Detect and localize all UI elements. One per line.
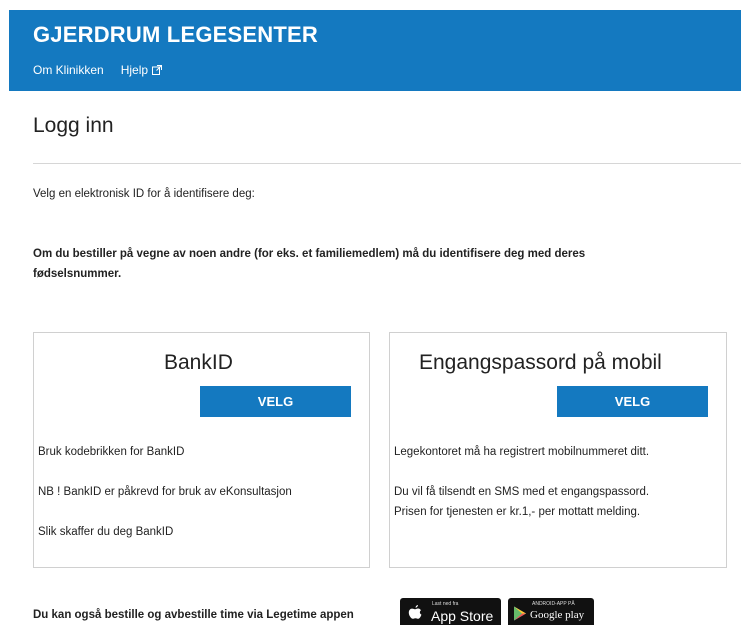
google-play-badge[interactable]: ANDROID-APP PÅ Google play — [508, 598, 594, 625]
bankid-requirement-note: NB ! BankID er påkrevd for bruk av eKons… — [38, 486, 292, 498]
card-title: Engangspassord på mobil — [419, 351, 662, 374]
bankid-info: Bruk kodebrikken for BankID — [38, 446, 185, 458]
card-title: BankID — [164, 351, 233, 374]
app-store-badge[interactable]: Last ned fra App Store — [400, 598, 501, 625]
otp-requirement: Legekontoret må ha registrert mobilnumme… — [394, 446, 650, 458]
nav-hjelp[interactable]: Hjelp — [120, 63, 163, 77]
intro-text: Velg en elektronisk ID for å identifiser… — [33, 188, 255, 200]
proxy-notice: Om du bestiller på vegne av noen andre (… — [33, 248, 586, 280]
nav-label: Om Klinikken — [33, 63, 104, 77]
bankid-select-button[interactable]: VELG — [200, 386, 351, 417]
header-bar: GJERDRUM LEGESENTER Om Klinikken Hjelp — [9, 10, 741, 91]
bankid-card: BankID VELG Bruk kodebrikken for BankID … — [33, 332, 370, 568]
divider — [33, 163, 741, 164]
badge-caption: ANDROID-APP PÅ — [532, 601, 575, 607]
nav-om-klinikken[interactable]: Om Klinikken — [33, 63, 104, 77]
nav-label: Hjelp — [120, 63, 149, 77]
otp-card: Engangspassord på mobil VELG Legekontore… — [389, 332, 727, 568]
apple-icon — [407, 604, 423, 625]
otp-select-button[interactable]: VELG — [557, 386, 708, 417]
otp-price-info: Prisen for tjenesten er kr.1,- per motta… — [394, 506, 641, 518]
otp-sms-info: Du vil få tilsendt en SMS med et engangs… — [394, 486, 650, 498]
badge-store-name: Google play — [530, 609, 585, 621]
badge-caption: Last ned fra — [432, 601, 459, 607]
top-nav: Om Klinikken Hjelp — [33, 63, 163, 77]
bankid-howto-link[interactable]: Slik skaffer du deg BankID — [38, 522, 173, 542]
page-title: Logg inn — [33, 114, 114, 137]
app-promo-text: Du kan også bestille og avbestille time … — [33, 609, 354, 621]
play-icon — [513, 606, 527, 625]
badge-store-name: App Store — [431, 608, 494, 624]
clinic-name[interactable]: GJERDRUM LEGESENTER — [33, 22, 318, 48]
external-link-icon — [152, 65, 163, 75]
